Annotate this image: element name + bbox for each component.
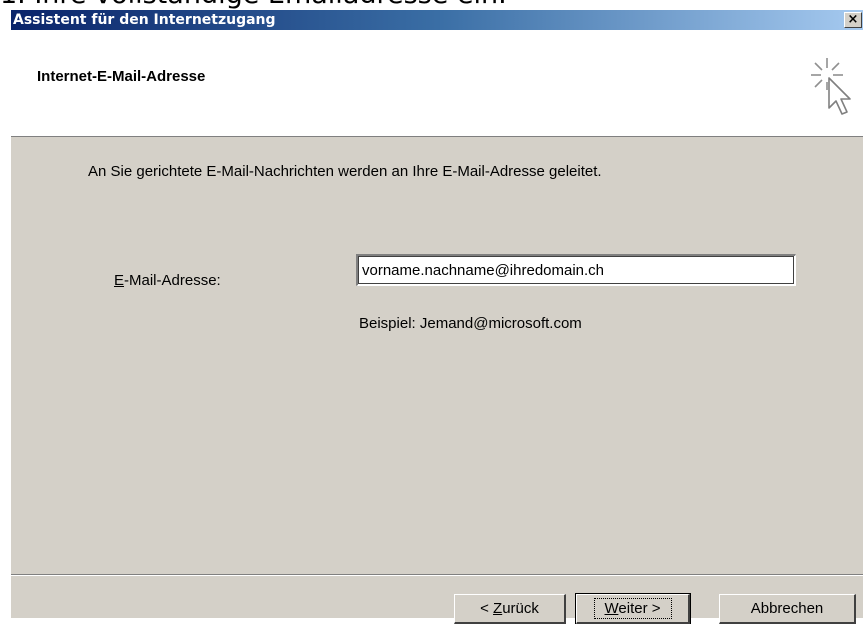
wizard-header: Internet-E-Mail-Adresse	[11, 30, 863, 137]
example-text: Beispiel: Jemand@microsoft.com	[359, 315, 582, 332]
next-button-label: eiter >	[618, 600, 661, 617]
title-bar[interactable]: Assistent für den Internetzugang ×	[11, 10, 863, 30]
back-button-prefix: <	[480, 600, 494, 617]
window-title: Assistent für den Internetzugang	[13, 12, 276, 28]
close-icon: ×	[847, 12, 859, 27]
back-button-label: urück	[502, 600, 539, 617]
cancel-button[interactable]: Abbrechen	[719, 594, 856, 624]
footer-divider-highlight	[11, 575, 863, 576]
next-button-mnemonic: W	[604, 600, 619, 617]
email-label-text: -Mail-Adresse:	[124, 272, 221, 289]
back-button[interactable]: < Zurück	[454, 594, 566, 624]
page-title: Internet-E-Mail-Adresse	[37, 68, 206, 85]
intro-text: An Sie gerichtete E-Mail-Nachrichten wer…	[88, 163, 602, 180]
back-button-mnemonic: Z	[493, 600, 503, 617]
next-button-focus: Weiter >	[593, 598, 672, 619]
page-caption: 1. Ihre vollständige Emailadresse ein.	[0, 0, 863, 10]
email-label: E-Mail-Adresse:	[114, 272, 221, 289]
email-input[interactable]	[356, 254, 796, 286]
wizard-cursor-sparkle-icon	[811, 58, 851, 115]
wizard-dialog: Assistent für den Internetzugang × Inter…	[10, 10, 863, 624]
next-button[interactable]: Weiter >	[575, 593, 691, 624]
email-label-mnemonic: E	[114, 272, 125, 289]
close-button[interactable]: ×	[844, 12, 862, 28]
